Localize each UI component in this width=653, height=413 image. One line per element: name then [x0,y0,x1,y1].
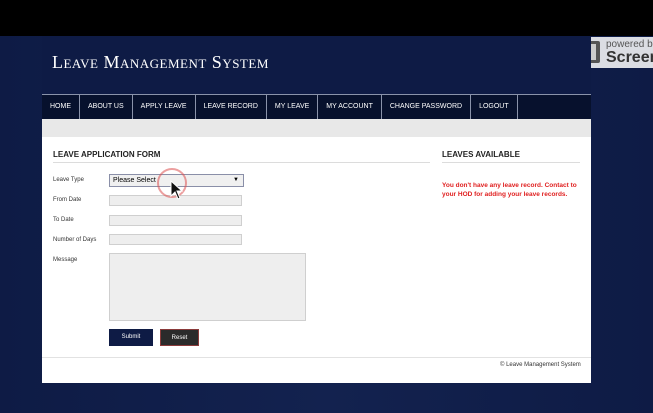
content-band [42,119,591,137]
nav-leave-record[interactable]: LEAVE RECORD [196,95,267,119]
form-divider [53,162,430,163]
leave-type-label: Leave Type [53,177,84,183]
no-leave-record-message: You don't have any leave record. Contact… [442,182,577,198]
message-textarea[interactable] [109,253,306,321]
site-title: Leave Management System [52,52,269,72]
from-date-label: From Date [53,197,82,203]
mouse-pointer-icon [170,180,184,200]
main-content: LEAVE APPLICATION FORM Leave Type Please… [42,119,591,383]
nav-apply-leave[interactable]: APPLY LEAVE [133,95,196,119]
nav-my-account[interactable]: MY ACCOUNT [318,95,382,119]
video-top-bar [0,0,653,36]
nav-logout[interactable]: LOGOUT [471,95,518,119]
nav-about-us[interactable]: ABOUT US [80,95,133,119]
main-nav: HOME ABOUT US APPLY LEAVE LEAVE RECORD M… [42,94,591,120]
footer-divider [42,357,591,358]
reset-button[interactable]: Reset [160,329,199,346]
days-label: Number of Days [53,237,97,243]
site-header: Leave Management System [42,36,591,94]
nav-change-password[interactable]: CHANGE PASSWORD [382,95,472,119]
footer-copyright: © Leave Management System [500,362,581,368]
dropdown-arrow-icon: ▼ [233,177,239,183]
days-input[interactable] [109,234,242,245]
nav-my-leave[interactable]: MY LEAVE [267,95,319,119]
form-title: LEAVE APPLICATION FORM [53,150,161,159]
to-date-label: To Date [53,217,74,223]
nav-home[interactable]: HOME [42,95,80,119]
leaves-available-title: LEAVES AVAILABLE [442,150,520,159]
message-label: Message [53,257,78,263]
leave-type-value: Please Select [113,177,156,184]
leaves-available-divider [442,162,580,163]
watermark-line2: Screen [606,49,653,66]
submit-button[interactable]: Submit [109,329,153,346]
to-date-input[interactable] [109,215,242,226]
